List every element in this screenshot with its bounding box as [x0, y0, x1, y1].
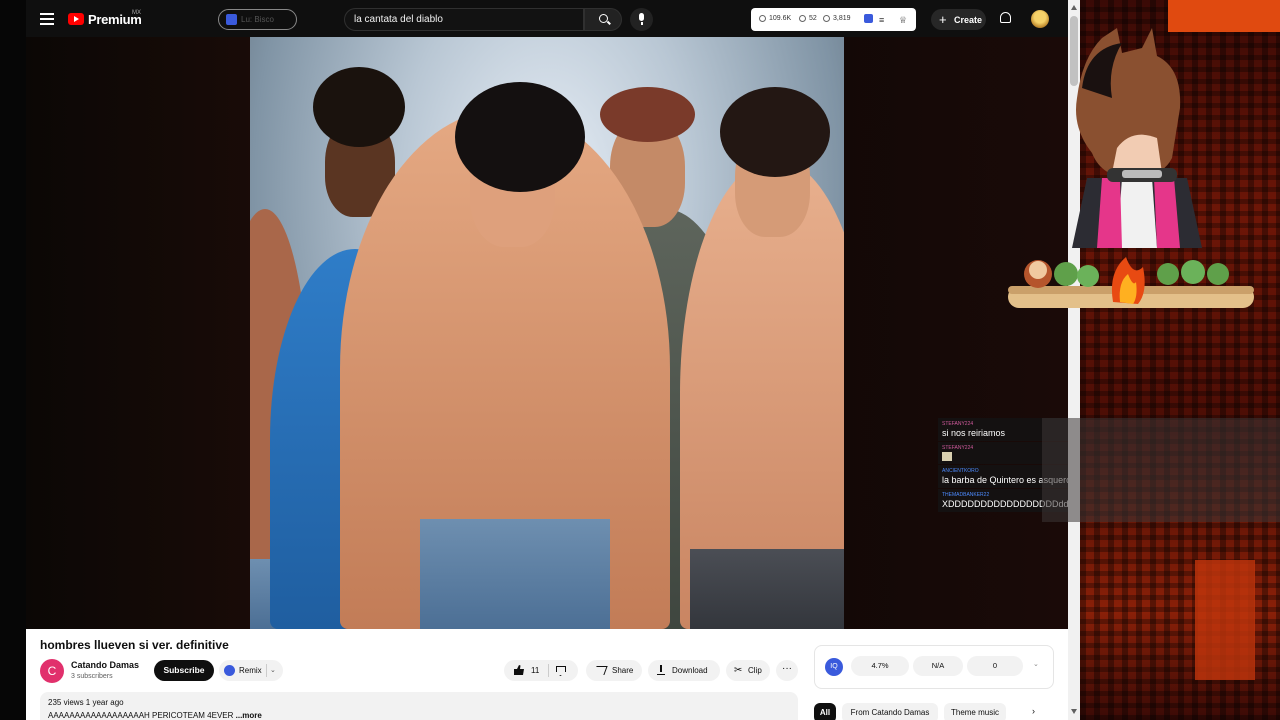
figure-hair [600, 87, 695, 142]
download-label: Download [672, 666, 708, 675]
subscribe-button[interactable]: Subscribe [154, 660, 214, 681]
masthead: Premium MX Lu: Bisco la cantata del diab… [26, 0, 1080, 37]
extension-icon [226, 14, 237, 25]
create-button[interactable]: + Create [931, 9, 986, 30]
widget-cell: 0 [967, 656, 1023, 676]
search-icon [599, 14, 608, 23]
bell-icon[interactable] [1000, 12, 1011, 23]
views-icon [759, 15, 766, 22]
figure-hair [720, 87, 830, 177]
video-title: hombres llueven si ver. definitive [40, 638, 229, 652]
search-query: la cantata del diablo [354, 14, 443, 25]
video-player[interactable] [26, 37, 1068, 629]
youtube-logo-icon[interactable] [68, 13, 84, 25]
stat-comments: 3,819 [833, 15, 851, 22]
stat-likes: 52 [809, 15, 817, 22]
stream-decoration [1195, 560, 1255, 680]
chevron-right-icon[interactable]: › [1032, 706, 1035, 716]
search-input[interactable]: la cantata del diablo [344, 8, 584, 31]
create-label: Create [954, 15, 983, 25]
more-link[interactable]: ...more [236, 711, 262, 720]
figure-jeans [690, 549, 844, 629]
remix-button[interactable]: Remix ⌄ [219, 660, 283, 681]
scroll-down-arrow-icon[interactable] [1071, 709, 1077, 714]
extension-pill-label: Lu: Bisco [241, 15, 274, 24]
like-count[interactable]: 11 [531, 666, 539, 675]
extension-widget[interactable]: IQ 4.7% N/A 0 ⌄ [814, 645, 1054, 689]
search-button[interactable] [584, 8, 622, 31]
remix-icon [224, 665, 235, 676]
scissors-icon: ✂ [734, 665, 743, 676]
like-dislike-group: 11 [504, 660, 578, 681]
list-icon[interactable]: ≡ [879, 15, 884, 25]
logo-region: MX [132, 10, 141, 16]
view-count-date: 235 views 1 year ago [48, 698, 124, 707]
stat-views: 109.6K [769, 15, 792, 22]
voice-search-button[interactable] [630, 8, 653, 31]
related-filter-chips: All From Catando Damas Theme music › [814, 703, 1054, 720]
remix-label: Remix [239, 666, 262, 675]
figure-hair [455, 82, 585, 192]
divider [548, 664, 549, 677]
share-button[interactable]: Share [586, 660, 642, 681]
channel-name[interactable]: Catando Damas [71, 660, 139, 670]
video-frame [250, 37, 844, 629]
stream-chat-panel [1042, 418, 1280, 522]
channel-avatar[interactable]: C [40, 659, 64, 683]
trophy-icon[interactable]: ♕ [899, 15, 907, 26]
description-text: AAAAAAAAAAAAAAAAAAH PERICOTEAM 4EVER ...… [48, 711, 262, 720]
figure-jeans [420, 519, 610, 629]
figure-hair [313, 67, 405, 147]
widget-cell: 4.7% [851, 656, 909, 676]
share-label: Share [612, 666, 634, 675]
divider [266, 664, 267, 677]
clip-label: Clip [748, 666, 762, 675]
chip-theme-music[interactable]: Theme music [944, 703, 1006, 720]
chevron-down-icon[interactable]: ⌄ [270, 666, 276, 674]
hamburger-menu-icon[interactable] [40, 13, 54, 25]
extension-pill[interactable]: Lu: Bisco [218, 9, 297, 30]
chip-from-channel[interactable]: From Catando Damas [842, 703, 938, 720]
dislike-icon[interactable] [556, 666, 566, 676]
extension-logo-icon[interactable] [864, 14, 873, 23]
chat-emote-icon [942, 452, 952, 461]
chevron-down-icon[interactable]: ⌄ [1033, 660, 1039, 668]
likes-icon [799, 15, 806, 22]
download-icon [657, 665, 665, 675]
browser-window: Premium MX Lu: Bisco la cantata del diab… [26, 0, 1080, 720]
streamer-avatar-horse [1072, 28, 1202, 248]
description-body: AAAAAAAAAAAAAAAAAAH PERICOTEAM 4EVER [48, 711, 234, 720]
clip-button[interactable]: ✂ Clip [726, 660, 770, 681]
extension-logo-icon: IQ [825, 658, 843, 676]
scroll-up-arrow-icon[interactable] [1071, 5, 1077, 10]
more-actions-button[interactable]: ··· [776, 660, 798, 681]
description-box[interactable]: 235 views 1 year ago AAAAAAAAAAAAAAAAAAH… [40, 692, 798, 720]
comments-icon [823, 15, 830, 22]
chip-all[interactable]: All [814, 703, 836, 720]
subscriber-count: 3 subscribers [71, 673, 113, 680]
widget-cell: N/A [913, 656, 963, 676]
extension-stats-bar[interactable]: 109.6K 52 3,819 ≡ ♕ [751, 8, 916, 31]
campfire-emotes [1008, 257, 1254, 308]
window-edge [0, 0, 26, 720]
share-icon [593, 666, 608, 675]
like-icon[interactable] [514, 665, 524, 675]
plus-icon: + [939, 12, 947, 27]
account-avatar[interactable] [1031, 10, 1049, 28]
download-button[interactable]: Download [648, 660, 720, 681]
